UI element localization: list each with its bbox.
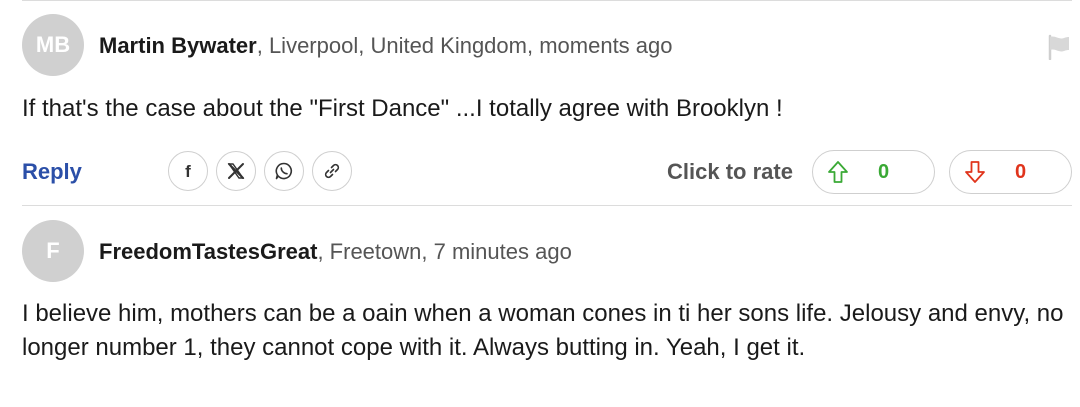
facebook-share-button[interactable]: f	[168, 151, 208, 191]
location-time: , Freetown, 7 minutes ago	[317, 239, 572, 264]
comment-actions: Reply f Click to rate 0 0	[22, 150, 1072, 194]
upvote-count: 0	[878, 160, 890, 183]
comment: MB Martin Bywater, Liverpool, United Kin…	[22, 0, 1072, 205]
downvote-count: 0	[1015, 160, 1027, 183]
comment-meta: Martin Bywater, Liverpool, United Kingdo…	[99, 33, 673, 59]
author-name[interactable]: FreedomTastesGreat	[99, 239, 317, 264]
downvote-button[interactable]: 0	[949, 150, 1072, 194]
whatsapp-icon	[275, 162, 293, 180]
comment-text: I believe him, mothers can be a oain whe…	[22, 300, 1064, 361]
svg-text:f: f	[185, 162, 191, 181]
flag-icon[interactable]	[1046, 34, 1072, 65]
avatar-initials: F	[46, 238, 60, 263]
upvote-button[interactable]: 0	[812, 150, 935, 194]
facebook-icon: f	[185, 162, 191, 181]
arrow-down-icon	[965, 161, 985, 183]
click-to-rate-label: Click to rate	[667, 159, 793, 184]
copy-link-button[interactable]	[312, 151, 352, 191]
whatsapp-share-button[interactable]	[264, 151, 304, 191]
link-icon	[324, 163, 340, 179]
avatar-initials: MB	[35, 32, 71, 57]
comment: F FreedomTastesGreat, Freetown, 7 minute…	[22, 205, 1072, 407]
reply-button[interactable]: Reply	[22, 159, 82, 185]
location-time: , Liverpool, United Kingdom, moments ago	[256, 33, 673, 58]
avatar[interactable]: F	[22, 220, 84, 282]
comment-meta: FreedomTastesGreat, Freetown, 7 minutes …	[99, 239, 572, 265]
x-share-button[interactable]	[216, 151, 256, 191]
author-name[interactable]: Martin Bywater	[99, 33, 257, 58]
comment-text: If that's the case about the "First Danc…	[22, 95, 783, 122]
x-icon	[227, 163, 245, 179]
arrow-up-icon	[828, 161, 848, 183]
avatar[interactable]: MB	[22, 14, 84, 76]
